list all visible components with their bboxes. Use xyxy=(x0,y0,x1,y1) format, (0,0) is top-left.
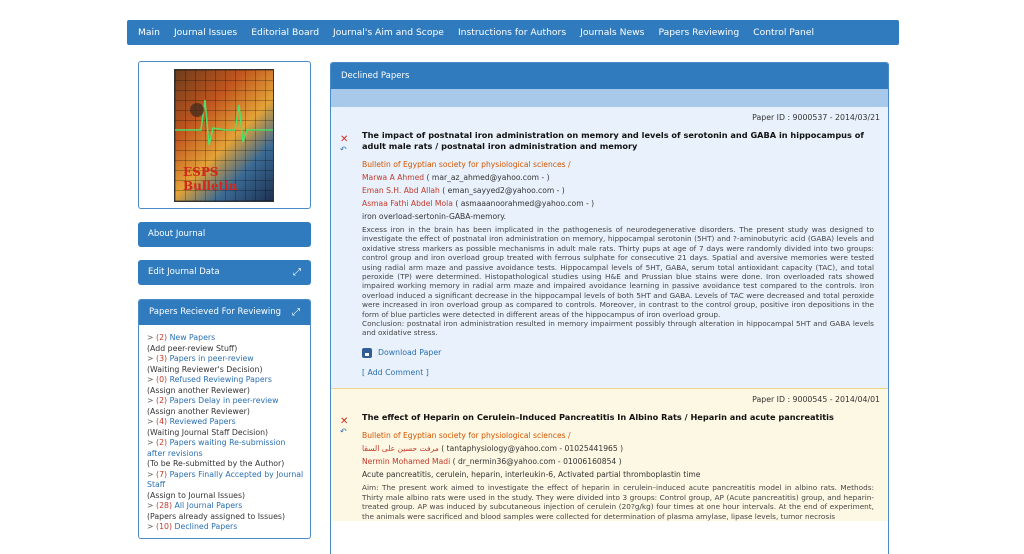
edit-journal-label: Edit Journal Data xyxy=(148,267,220,277)
status-subtext: (Assign another Reviewer) xyxy=(147,406,250,416)
add-comment-link[interactable]: [ Add Comment ] xyxy=(362,368,880,388)
paper-author: Eman S.H. Abd Allah ( eman_sayyed2@yahoo… xyxy=(362,186,565,195)
papers-reviewing-panel: Papers Recieved For Reviewing ⤢ > (2) Ne… xyxy=(138,299,311,539)
decline-x-icon[interactable]: ✕ xyxy=(340,135,350,145)
review-status-list: > (2) New Papers (Add peer-review Stuff) >… xyxy=(139,325,310,533)
ecg-line-icon xyxy=(175,99,273,146)
status-link[interactable]: Refused Reviewing Papers xyxy=(170,375,272,384)
review-status-item[interactable]: > (2) Papers Delay in peer-review (Assign… xyxy=(147,396,304,417)
paper-source[interactable]: Bulletin of Egyptian society for physiol… xyxy=(362,429,880,442)
sidebar: ESPS Bulletin About Journal Edit Journal… xyxy=(138,61,311,539)
review-status-item[interactable]: > (7) Papers Finally Accepted by Journal… xyxy=(147,470,304,502)
status-subtext: (Assign to Journal Issues) xyxy=(147,490,246,500)
nav-editorial-board[interactable]: Editorial Board xyxy=(244,20,326,45)
restore-icon[interactable]: ↶ xyxy=(340,427,350,436)
paper-author: Asmaa Fathi Abdel Mola ( asmaaanoorahmed… xyxy=(362,199,595,208)
panel-header: Papers Recieved For Reviewing ⤢ xyxy=(139,300,310,325)
paper-author: Marwa A Ahmed ( mar_az_ahmed@yahoo.com -… xyxy=(362,173,550,182)
nav-papers-reviewing[interactable]: Papers Reviewing xyxy=(651,20,746,45)
restore-icon[interactable]: ↶ xyxy=(340,145,350,154)
nav-instructions[interactable]: Instructions for Authors xyxy=(451,20,573,45)
status-count: (3) xyxy=(156,354,168,363)
paper-id: Paper ID : 9000537 - 2014/03/21 xyxy=(752,113,880,122)
download-disk-icon xyxy=(362,347,372,358)
paper-abstract: Aim: The present work aimed to investiga… xyxy=(362,483,874,521)
decline-x-icon[interactable]: ✕ xyxy=(340,416,350,427)
paper-abstract: Excess iron in the brain has been implic… xyxy=(362,225,874,338)
paper-card: Paper ID : 9000537 - 2014/03/21 ✕ ↶ The … xyxy=(331,107,888,389)
review-status-item[interactable]: > (3) Papers in peer-review (Waiting Revi… xyxy=(147,354,304,375)
nav-main[interactable]: Main xyxy=(131,20,167,45)
expand-icon[interactable]: ⤢ xyxy=(292,300,300,325)
status-count: (0) xyxy=(156,375,168,384)
panel-title: Papers Recieved For Reviewing xyxy=(149,307,282,317)
paper-conclusion: Conclusion: postnatal iron administratio… xyxy=(362,319,874,338)
review-status-item[interactable]: > (2) New Papers (Add peer-review Stuff) xyxy=(147,333,304,354)
download-paper-link[interactable]: Download Paper xyxy=(362,346,880,360)
paper-title: The effect of Heparin on Cerulein–Induce… xyxy=(362,411,834,422)
review-status-item[interactable]: > (10) Declined Papers xyxy=(147,522,304,533)
review-status-item[interactable]: > (28) All Journal Papers (Papers already… xyxy=(147,501,304,522)
top-nav: Main Journal Issues Editorial Board Jour… xyxy=(127,20,899,45)
status-count: (7) xyxy=(156,469,168,479)
edit-journal-data-button[interactable]: Edit Journal Data ⤢ xyxy=(138,260,311,285)
paper-source[interactable]: Bulletin of Egyptian society for physiol… xyxy=(362,158,880,171)
paper-author: Nermin Mohamed Madi ( dr_nermin36@yahoo.… xyxy=(362,457,622,467)
status-subtext: (Assign another Reviewer) xyxy=(147,385,250,395)
status-subtext: (Waiting Journal Staff Decision) xyxy=(147,427,269,437)
status-link[interactable]: Declined Papers xyxy=(175,522,238,531)
status-link[interactable]: Reviewed Papers xyxy=(170,417,236,426)
status-count: (2) xyxy=(156,333,168,342)
paper-id: Paper ID : 9000545 - 2014/04/01 xyxy=(752,394,880,404)
paper-card: Paper ID : 9000545 - 2014/04/01 ✕ ↶ The … xyxy=(331,388,888,521)
review-status-item[interactable]: > (2) Papers waiting Re-submission after… xyxy=(147,438,304,470)
panel-title: Declined Papers xyxy=(331,63,888,89)
status-subtext: (Add peer-review Stuff) xyxy=(147,343,238,353)
status-count: (28) xyxy=(156,501,173,510)
about-journal-button[interactable]: About Journal xyxy=(138,222,311,247)
expand-icon[interactable]: ⤢ xyxy=(293,260,301,285)
status-count: (4) xyxy=(156,417,168,426)
status-link[interactable]: Papers Delay in peer-review xyxy=(170,396,279,405)
journal-logo[interactable]: ESPS Bulletin xyxy=(174,69,274,202)
status-count: (2) xyxy=(156,438,168,447)
about-journal-label: About Journal xyxy=(148,229,206,239)
nav-journal-issues[interactable]: Journal Issues xyxy=(167,20,244,45)
paper-keywords: iron overload-sertonin-GABA-memory. xyxy=(362,212,507,221)
status-link[interactable]: Papers in peer-review xyxy=(170,354,254,363)
paper-title: The impact of postnatal iron administrat… xyxy=(362,130,864,151)
nav-aim-scope[interactable]: Journal's Aim and Scope xyxy=(326,20,451,45)
status-subtext: (Waiting Reviewer's Decision) xyxy=(147,364,263,374)
nav-control-panel[interactable]: Control Panel xyxy=(746,20,821,45)
panel-band xyxy=(331,89,888,107)
declined-papers-panel: Declined Papers Paper ID : 9000537 - 201… xyxy=(330,62,889,554)
status-subtext: (To be Re-submitted by the Author) xyxy=(147,459,285,468)
journal-logo-box: ESPS Bulletin xyxy=(138,61,311,209)
logo-text: ESPS Bulletin xyxy=(183,165,238,193)
status-link[interactable]: Papers waiting Re-submission after revis… xyxy=(147,438,286,458)
paper-keywords: Acute pancreatitis, cerulein, heparin, i… xyxy=(362,470,701,480)
review-status-item[interactable]: > (0) Refused Reviewing Papers (Assign an… xyxy=(147,375,304,396)
nav-journals-news[interactable]: Journals News xyxy=(573,20,651,45)
status-subtext: (Papers already assigned to Issues) xyxy=(147,511,286,521)
status-link[interactable]: All Journal Papers xyxy=(175,501,243,510)
status-count: (10) xyxy=(156,522,173,531)
status-count: (2) xyxy=(156,396,168,405)
review-status-item[interactable]: > (4) Reviewed Papers (Waiting Journal St… xyxy=(147,417,304,438)
status-link[interactable]: Papers Finally Accepted by Journal Staff xyxy=(147,470,303,490)
paper-author: مرفت حسين على السقا ( tantaphysiology@ya… xyxy=(362,444,624,454)
status-link[interactable]: New Papers xyxy=(170,333,216,342)
